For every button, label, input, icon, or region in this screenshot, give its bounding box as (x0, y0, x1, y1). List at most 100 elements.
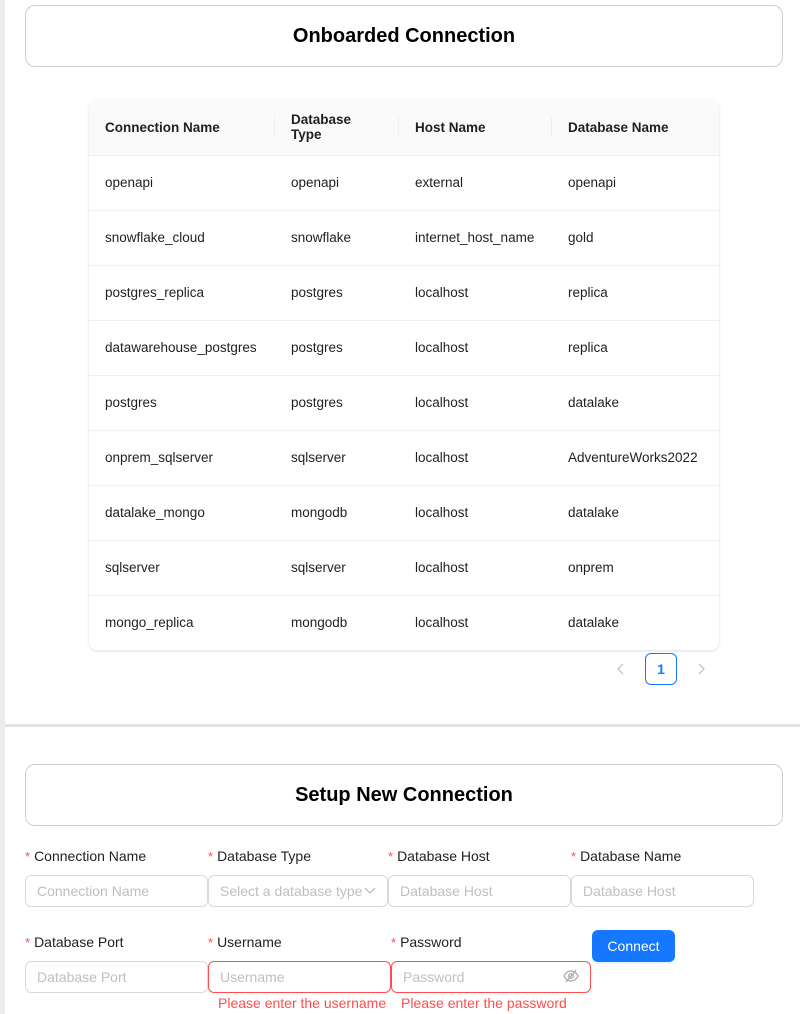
label-database-host: Database Host (397, 848, 490, 864)
label-database-name: Database Name (580, 848, 682, 864)
label-database-port: Database Port (34, 934, 124, 950)
onboarded-title: Onboarded Connection (292, 24, 516, 47)
table-header-row: Connection Name Database Type Host Name … (89, 100, 719, 156)
column-header-host-name: Host Name (399, 100, 552, 156)
cell-host-name: internet_host_name (399, 210, 552, 266)
table-row: onprem_sqlserver sqlserver localhost Adv… (89, 430, 719, 486)
username-input[interactable]: Username (208, 961, 391, 993)
cell-database-name: replica (552, 320, 719, 376)
cell-connection-name: postgres_replica (89, 265, 275, 321)
cell-host-name: localhost (399, 540, 552, 596)
onboarded-title-box: Onboarded Connection (25, 5, 783, 67)
username-placeholder: Username (220, 969, 285, 985)
table-row: sqlserver sqlserver localhost onprem (89, 540, 719, 596)
form-item-database-port: * Database Port Database Port (25, 931, 208, 993)
table-row: openapi openapi external openapi (89, 155, 719, 211)
table-row: datawarehouse_postgres postgres localhos… (89, 320, 719, 376)
label-password: Password (400, 934, 462, 950)
cell-database-name: replica (552, 265, 719, 321)
form-item-database-type: * Database Type Select a database type (208, 845, 391, 907)
chevron-left-icon (617, 663, 624, 675)
required-mark: * (391, 935, 397, 950)
form-item-username: * Username Username Please enter the user… (208, 931, 391, 1011)
cell-database-name: gold (552, 210, 719, 266)
table-row: datalake_mongo mongodb localhost datalak… (89, 485, 719, 541)
connections-table: Connection Name Database Type Host Name … (89, 100, 719, 650)
cell-connection-name: sqlserver (89, 540, 275, 596)
database-name-input[interactable]: Database Host (571, 875, 754, 907)
connect-button[interactable]: Connect (592, 930, 675, 962)
cell-database-type: postgres (275, 265, 399, 321)
form-item-database-host: * Database Host Database Host (388, 845, 571, 907)
label-database-type: Database Type (217, 848, 311, 864)
setup-title-box: Setup New Connection (25, 764, 783, 826)
required-mark: * (388, 849, 394, 864)
label-connection-name: Connection Name (34, 848, 147, 864)
form-item-database-name: * Database Name Database Host (571, 845, 754, 907)
cell-host-name: localhost (399, 265, 552, 321)
database-type-placeholder: Select a database type (220, 883, 363, 899)
cell-database-name: onprem (552, 540, 719, 596)
database-name-placeholder: Database Host (583, 883, 676, 899)
label-username: Username (217, 934, 282, 950)
chevron-down-icon (364, 887, 376, 894)
cell-connection-name: onprem_sqlserver (89, 430, 275, 486)
cell-database-name: datalake (568, 615, 620, 631)
pagination-page-1[interactable]: 1 (645, 653, 677, 685)
cell-database-type: postgres (275, 320, 399, 376)
username-error: Please enter the username (218, 995, 387, 1011)
cell-database-type: mongodb (291, 615, 348, 631)
connection-name-placeholder: Connection Name (37, 883, 150, 899)
cell-connection-name: snowflake_cloud (89, 210, 275, 266)
required-mark: * (208, 935, 214, 950)
eye-invisible-icon[interactable] (563, 969, 579, 986)
table-row: postgres postgres localhost datalake (89, 375, 719, 431)
database-port-placeholder: Database Port (37, 969, 127, 985)
cell-host-name: localhost (399, 485, 552, 541)
cell-connection-name: datawarehouse_postgres (89, 320, 275, 376)
database-host-input[interactable]: Database Host (388, 875, 571, 907)
cell-host-name: external (399, 155, 552, 211)
required-mark: * (25, 849, 31, 864)
cell-connection-name: postgres (89, 375, 275, 431)
table-row: mongo_replica mongodb localhost datalake (89, 595, 719, 650)
cell-connection-name: openapi (89, 155, 275, 211)
password-input[interactable]: Password (391, 961, 591, 993)
setup-section: Setup New Connection * Connection Name Co… (5, 727, 800, 1014)
database-type-select[interactable]: Select a database type (208, 875, 388, 907)
column-header-database-type: Database Type (275, 100, 399, 156)
cell-host-name: localhost (415, 615, 469, 631)
connection-name-input[interactable]: Connection Name (25, 875, 208, 907)
pagination: 1 (605, 653, 717, 685)
cell-database-name: AdventureWorks2022 (552, 430, 719, 486)
cell-host-name: localhost (399, 375, 552, 431)
cell-database-name: datalake (552, 485, 719, 541)
cell-database-type: sqlserver (275, 430, 399, 486)
required-mark: * (208, 849, 214, 864)
cell-host-name: localhost (399, 430, 552, 486)
cell-database-name: openapi (552, 155, 719, 211)
cell-database-type: sqlserver (275, 540, 399, 596)
cell-database-type: postgres (275, 375, 399, 431)
cell-database-type: snowflake (275, 210, 399, 266)
chevron-right-icon (698, 663, 705, 675)
password-error: Please enter the password (401, 995, 567, 1011)
database-host-placeholder: Database Host (400, 883, 493, 899)
form-item-password: * Password Password Please enter the pass… (391, 931, 591, 1011)
pagination-next-button[interactable] (685, 653, 717, 685)
cell-connection-name: datalake_mongo (89, 485, 275, 541)
cell-connection-name: mongo_replica (105, 615, 194, 631)
database-port-input[interactable]: Database Port (25, 961, 208, 993)
required-mark: * (25, 935, 31, 950)
form-item-connection-name: * Connection Name Connection Name (25, 845, 208, 907)
table-row: postgres_replica postgres localhost repl… (89, 265, 719, 321)
table-row: snowflake_cloud snowflake internet_host_… (89, 210, 719, 266)
pagination-prev-button[interactable] (605, 653, 637, 685)
setup-title: Setup New Connection (295, 783, 513, 806)
password-placeholder: Password (403, 969, 465, 985)
cell-database-type: openapi (275, 155, 399, 211)
cell-database-name: datalake (552, 375, 719, 431)
required-mark: * (571, 849, 577, 864)
cell-database-type: mongodb (275, 485, 399, 541)
onboarded-section: Onboarded Connection Connection Name Dat… (5, 0, 800, 724)
